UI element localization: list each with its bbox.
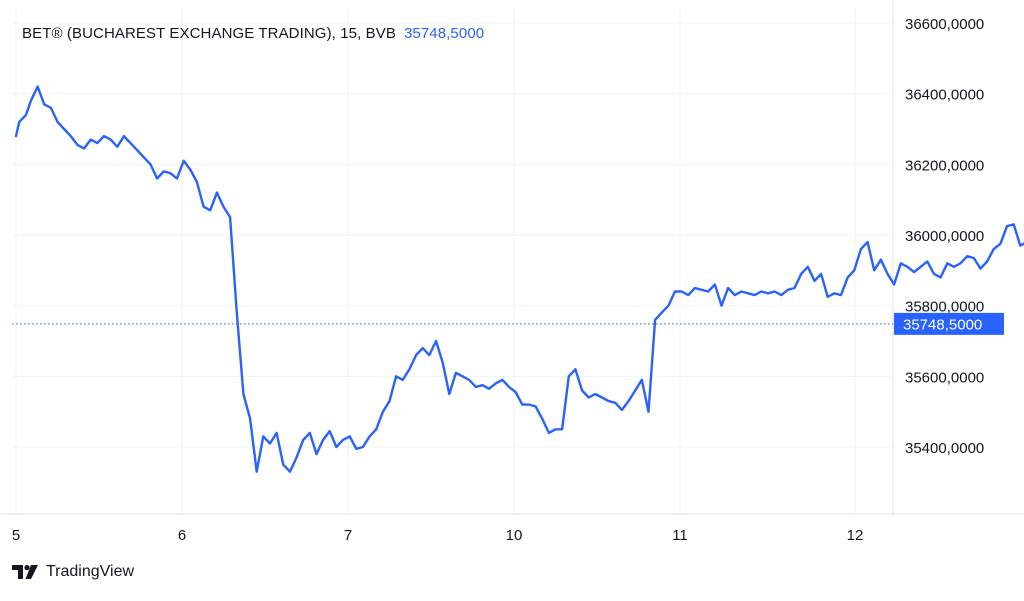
chart-area[interactable]: 35400,0000 35600,0000 35800,0000 36000,0000… bbox=[0, 0, 1024, 596]
y-tick-label: 36200,0000 bbox=[905, 157, 984, 174]
y-tick-label: 36400,0000 bbox=[905, 87, 984, 104]
price-line bbox=[14, 85, 1024, 473]
x-tick-label: 7 bbox=[344, 527, 352, 544]
legend-symbol: BET® (BUCHAREST EXCHANGE TRADING), 15, B… bbox=[22, 25, 396, 42]
legend-last-price: 35748,5000 bbox=[403, 25, 485, 42]
grid bbox=[12, 8, 893, 514]
axes: 35400,000035600,000035800,000036000,0000… bbox=[0, 0, 1024, 544]
x-tick-label: 11 bbox=[672, 527, 688, 544]
y-tick-label: 36600,0000 bbox=[905, 16, 984, 33]
series-layer bbox=[14, 85, 1024, 473]
x-tick-label: 12 bbox=[847, 527, 864, 544]
x-tick-label: 10 bbox=[506, 527, 523, 544]
tradingview-logo-icon bbox=[12, 565, 38, 579]
brand[interactable]: TradingView bbox=[12, 563, 134, 581]
last-price-label: 35748,5000 bbox=[903, 316, 982, 333]
y-tick-label: 35600,0000 bbox=[905, 369, 984, 386]
x-tick-label: 5 bbox=[12, 527, 20, 544]
chart-legend: BET® (BUCHAREST EXCHANGE TRADING), 15, B… bbox=[22, 25, 484, 42]
price-chart[interactable]: 35400,000035600,000035800,000036000,0000… bbox=[0, 0, 1024, 596]
y-tick-label: 35400,0000 bbox=[905, 440, 984, 457]
brand-name: TradingView bbox=[46, 563, 135, 580]
y-tick-label: 36000,0000 bbox=[905, 228, 984, 245]
x-tick-label: 6 bbox=[178, 527, 186, 544]
